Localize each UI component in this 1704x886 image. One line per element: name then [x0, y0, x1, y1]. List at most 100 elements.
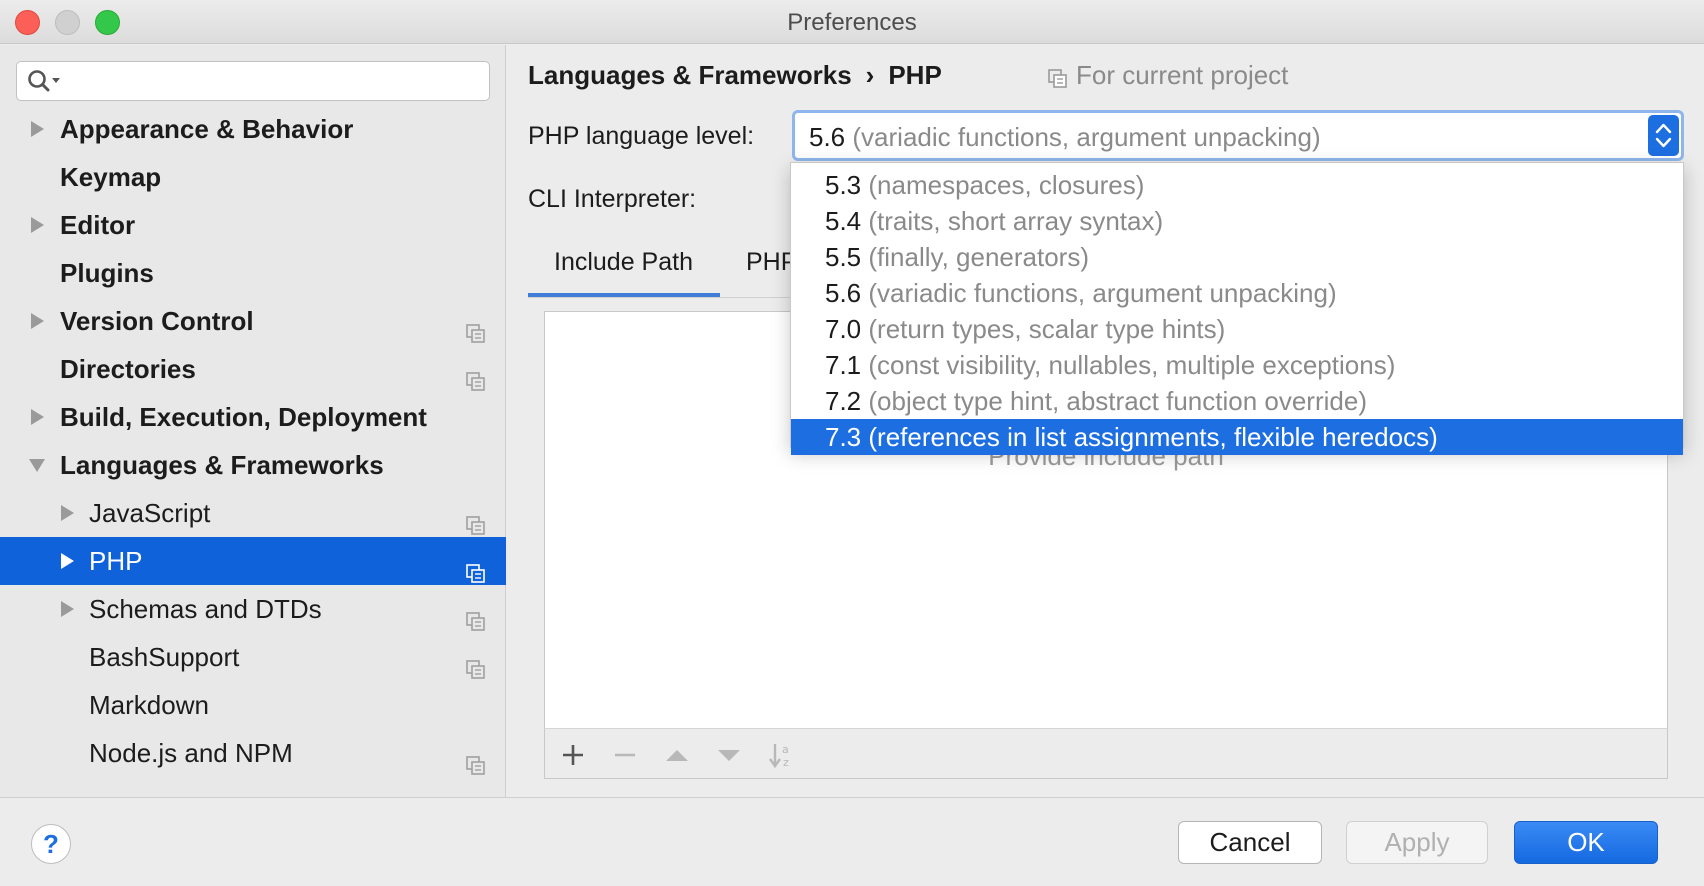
option-text: 5.4 (traits, short array syntax)	[825, 203, 1163, 239]
svg-text:z: z	[783, 756, 789, 769]
sidebar-item-keymap[interactable]: Keymap	[0, 153, 506, 201]
sidebar-item-version-control[interactable]: Version Control	[0, 297, 506, 345]
preferences-window: Preferences Appearance & Behavior Keymap E…	[0, 0, 1704, 886]
sort-icon[interactable]: az	[767, 741, 795, 769]
sidebar-item-appearance-behavior[interactable]: Appearance & Behavior	[0, 105, 506, 153]
sidebar-item-label: Keymap	[60, 162, 162, 192]
tree-collapsed-arrow-icon[interactable]	[28, 393, 48, 441]
sidebar-item-bashsupport[interactable]: BashSupport	[0, 633, 506, 681]
tree-expanded-arrow-icon[interactable]	[28, 441, 48, 489]
sidebar-item-label: Markdown	[89, 690, 209, 720]
project-scope-icon	[466, 503, 486, 535]
apply-button[interactable]: Apply	[1346, 821, 1488, 864]
language-level-dropdown: 5.3 (namespaces, closures) 5.4 (traits, s…	[790, 162, 1684, 455]
search-icon[interactable]	[27, 69, 67, 93]
sidebar-item-label: Build, Execution, Deployment	[60, 402, 427, 432]
tree-collapsed-arrow-icon[interactable]	[58, 585, 78, 633]
sidebar-item-label: Node.js and NPM	[89, 738, 293, 768]
option-version: 5.4	[825, 206, 862, 236]
cli-interpreter-label: CLI Interpreter:	[528, 185, 697, 213]
tree-collapsed-arrow-icon[interactable]	[28, 297, 48, 345]
option-version: 5.5	[825, 242, 862, 272]
sidebar-item-php[interactable]: PHP	[0, 537, 506, 585]
language-level-select[interactable]: 5.6 (variadic functions, argument unpack…	[792, 110, 1684, 161]
option-text: 5.6 (variadic functions, argument unpack…	[825, 275, 1337, 311]
sidebar-item-label: Version Control	[60, 306, 254, 336]
title-bar: Preferences	[0, 0, 1704, 44]
tree-collapsed-arrow-icon[interactable]	[28, 201, 48, 249]
dropdown-option-5-5[interactable]: 5.5 (finally, generators)	[791, 239, 1683, 275]
dropdown-option-7-0[interactable]: 7.0 (return types, scalar type hints)	[791, 311, 1683, 347]
cancel-button[interactable]: Cancel	[1178, 821, 1322, 864]
option-text: 5.5 (finally, generators)	[825, 239, 1089, 275]
option-text: 5.3 (namespaces, closures)	[825, 167, 1144, 203]
sidebar-item-schemas-and-dtds[interactable]: Schemas and DTDs	[0, 585, 506, 633]
project-scope-icon	[1048, 65, 1068, 96]
tree-collapsed-arrow-icon[interactable]	[58, 537, 78, 585]
option-description: (references in list assignments, flexibl…	[868, 422, 1438, 452]
move-up-icon[interactable]	[663, 741, 691, 769]
sidebar-item-languages-frameworks[interactable]: Languages & Frameworks	[0, 441, 506, 489]
tree-collapsed-arrow-icon[interactable]	[28, 105, 48, 153]
ok-button[interactable]: OK	[1514, 821, 1658, 864]
option-version: 7.1	[825, 350, 862, 380]
tab-include-path[interactable]: Include Path	[554, 248, 693, 277]
sidebar-item-editor[interactable]: Editor	[0, 201, 506, 249]
breadcrumb: Languages & Frameworks › PHP	[528, 60, 942, 91]
breadcrumb-parent[interactable]: Languages & Frameworks	[528, 60, 852, 90]
dropdown-option-5-6[interactable]: 5.6 (variadic functions, argument unpack…	[791, 275, 1683, 311]
help-button[interactable]: ?	[31, 824, 71, 864]
dropdown-option-7-3[interactable]: 7.3 (references in list assignments, fle…	[791, 419, 1683, 455]
dropdown-option-7-1[interactable]: 7.1 (const visibility, nullables, multip…	[791, 347, 1683, 383]
sidebar-item-node-js-and-npm[interactable]: Node.js and NPM	[0, 729, 506, 777]
option-description: (const visibility, nullables, multiple e…	[868, 350, 1396, 380]
sidebar-item-label: Directories	[60, 354, 196, 384]
option-description: (object type hint, abstract function ove…	[868, 386, 1367, 416]
breadcrumb-current: PHP	[888, 60, 942, 90]
settings-sidebar: Appearance & Behavior Keymap Editor Plugins…	[0, 45, 506, 797]
scope-label: For current project	[1076, 60, 1289, 90]
sidebar-item-label: Editor	[60, 210, 136, 240]
search-input[interactable]	[16, 61, 490, 101]
option-version: 5.3	[825, 170, 862, 200]
option-description: (finally, generators)	[868, 242, 1089, 272]
sidebar-item-label: JavaScript	[89, 498, 211, 528]
sidebar-item-label: BashSupport	[89, 642, 240, 672]
dropdown-option-5-3[interactable]: 5.3 (namespaces, closures)	[791, 167, 1683, 203]
sidebar-item-directories[interactable]: Directories	[0, 345, 506, 393]
language-level-version: 5.6	[809, 122, 846, 152]
include-path-toolbar: az	[544, 728, 1668, 779]
dropdown-option-7-2[interactable]: 7.2 (object type hint, abstract function…	[791, 383, 1683, 419]
option-text: 7.3 (references in list assignments, fle…	[825, 419, 1438, 455]
project-scope-icon	[466, 311, 486, 343]
breadcrumb-separator: ›	[865, 60, 875, 90]
project-scope-icon	[466, 647, 486, 679]
option-description: (return types, scalar type hints)	[868, 314, 1226, 344]
option-description: (traits, short array syntax)	[868, 206, 1164, 236]
language-level-label: PHP language level:	[528, 122, 755, 150]
project-scope-icon	[466, 359, 486, 391]
move-down-icon[interactable]	[715, 741, 743, 769]
sidebar-item-javascript[interactable]: JavaScript	[0, 489, 506, 537]
option-text: 7.0 (return types, scalar type hints)	[825, 311, 1225, 347]
sidebar-item-build-execution-deployment[interactable]: Build, Execution, Deployment	[0, 393, 506, 441]
project-scope-icon	[466, 551, 486, 583]
option-version: 7.2	[825, 386, 862, 416]
select-arrows-icon[interactable]	[1648, 115, 1679, 156]
add-icon[interactable]	[559, 741, 587, 769]
tree-collapsed-arrow-icon[interactable]	[58, 489, 78, 537]
project-scope-icon	[466, 599, 486, 631]
option-version: 7.0	[825, 314, 862, 344]
language-level-description: (variadic functions, argument unpacking)	[852, 122, 1321, 152]
remove-icon[interactable]	[611, 741, 639, 769]
option-text: 7.1 (const visibility, nullables, multip…	[825, 347, 1395, 383]
dropdown-option-5-4[interactable]: 5.4 (traits, short array syntax)	[791, 203, 1683, 239]
sidebar-item-plugins[interactable]: Plugins	[0, 249, 506, 297]
sidebar-item-label: Languages & Frameworks	[60, 450, 384, 480]
language-level-value: 5.6 (variadic functions, argument unpack…	[809, 122, 1321, 153]
sidebar-item-label: Appearance & Behavior	[60, 114, 354, 144]
sidebar-item-label: Schemas and DTDs	[89, 594, 322, 624]
option-description: (namespaces, closures)	[868, 170, 1145, 200]
option-version: 7.3	[825, 422, 862, 452]
sidebar-item-markdown[interactable]: Markdown	[0, 681, 506, 729]
